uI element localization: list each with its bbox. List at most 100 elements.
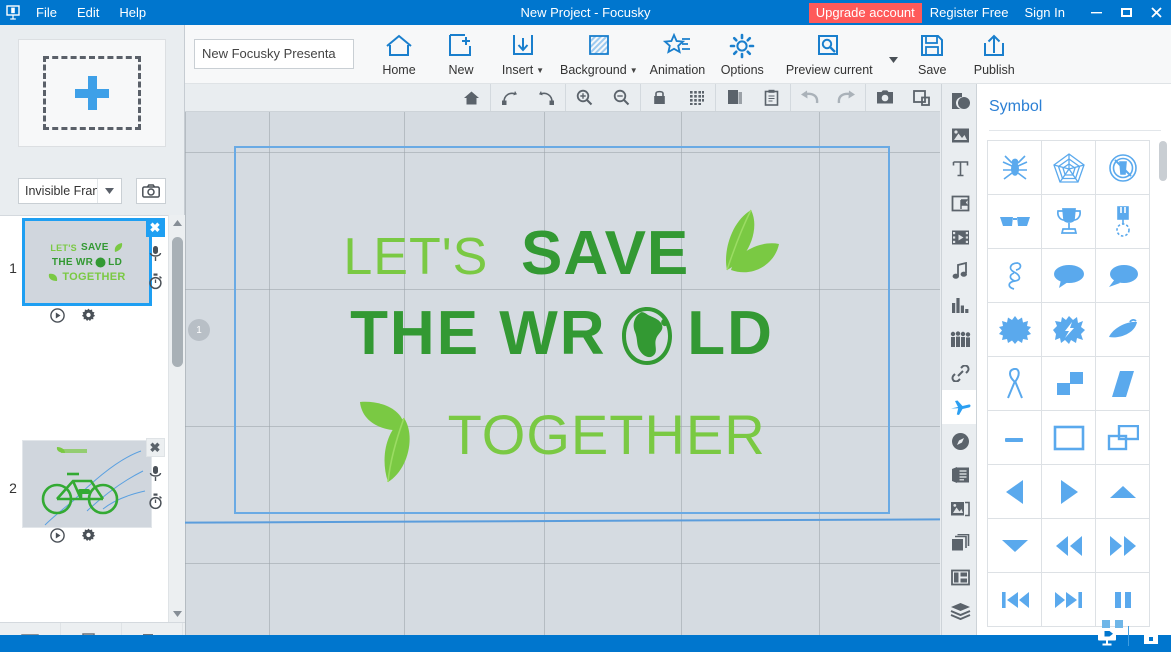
symbol-skip-forward-icon[interactable]: [1041, 572, 1096, 627]
frame-type-select[interactable]: Invisible Fran: [18, 178, 122, 204]
capture-frame-button[interactable]: [136, 178, 166, 204]
undo-rotate-icon[interactable]: [528, 84, 565, 111]
camera-icon[interactable]: [866, 84, 903, 111]
canvas-home-icon[interactable]: [453, 84, 490, 111]
redo-rotate-icon[interactable]: [491, 84, 528, 111]
grid-icon[interactable]: [678, 84, 715, 111]
chart-bar-icon[interactable]: [942, 288, 977, 322]
scrollbar-thumb[interactable]: [172, 237, 183, 367]
symbol-fast-forward-icon[interactable]: [1095, 518, 1150, 573]
lock-icon[interactable]: [641, 84, 678, 111]
symbol-sunglasses-icon[interactable]: [987, 194, 1042, 249]
close-icon[interactable]: [1141, 0, 1171, 25]
microphone-icon[interactable]: [148, 245, 163, 265]
play-icon[interactable]: [50, 528, 65, 546]
people-icon[interactable]: [942, 322, 977, 356]
copy-icon[interactable]: [716, 84, 753, 111]
symbol-triangle-left-icon[interactable]: [987, 464, 1042, 519]
ribbon-save-button[interactable]: Save: [901, 25, 963, 83]
ribbon-animation-button[interactable]: Animation: [644, 25, 712, 83]
duplicate-icon[interactable]: [903, 84, 940, 111]
shape-circle-icon[interactable]: [942, 84, 977, 118]
canvas-slide-badge[interactable]: 1: [188, 319, 210, 341]
symbol-rectangle-icon[interactable]: [1041, 410, 1096, 465]
minimize-icon[interactable]: [1081, 0, 1111, 25]
layout-icon[interactable]: [942, 560, 977, 594]
link-icon[interactable]: [942, 356, 977, 390]
maximize-icon[interactable]: [1111, 0, 1141, 25]
symbol-spider-web-icon[interactable]: [1041, 140, 1096, 195]
slide-close-icon[interactable]: ✖: [146, 438, 165, 457]
upgrade-account-button[interactable]: Upgrade account: [809, 3, 922, 23]
slide-close-icon[interactable]: ✖: [146, 218, 165, 237]
sign-in-link[interactable]: Sign In: [1025, 5, 1065, 20]
chevron-up-icon[interactable]: [169, 215, 186, 231]
redo-icon[interactable]: [828, 84, 865, 111]
ribbon-new-button[interactable]: New: [430, 25, 492, 83]
timer-icon[interactable]: [148, 273, 163, 293]
symbol-rewind-icon[interactable]: [1041, 518, 1096, 573]
paste-icon[interactable]: [753, 84, 790, 111]
text-icon[interactable]: [942, 152, 977, 186]
archive-icon[interactable]: [942, 628, 977, 635]
video-icon[interactable]: [942, 220, 977, 254]
slide-thumbnail[interactable]: [22, 440, 152, 528]
flag-frame-icon[interactable]: [942, 186, 977, 220]
banner-list-icon[interactable]: [942, 458, 977, 492]
layers-icon[interactable]: [942, 594, 977, 628]
zoom-in-icon[interactable]: [566, 84, 603, 111]
gallery-icon[interactable]: [942, 492, 977, 526]
ribbon-background-button[interactable]: Background▼: [554, 25, 644, 83]
music-note-icon[interactable]: [942, 254, 977, 288]
symbol-dash-line-icon[interactable]: [987, 410, 1042, 465]
timer-icon[interactable]: [148, 493, 163, 513]
symbol-grid[interactable]: [988, 141, 1151, 627]
ribbon-preview-button[interactable]: Preview current: [773, 25, 885, 83]
ribbon-home-button[interactable]: Home: [368, 25, 430, 83]
microphone-icon[interactable]: [148, 465, 163, 485]
symbol-triangle-up-icon[interactable]: [1095, 464, 1150, 519]
slide-list[interactable]: 1 LET'SSAVE THE WR LD: [0, 215, 168, 622]
slide-canvas[interactable]: 1 LET'S SAVE THE WR: [185, 112, 940, 635]
menu-edit[interactable]: Edit: [67, 0, 109, 25]
symbol-spider-icon[interactable]: [987, 140, 1042, 195]
play-icon[interactable]: [50, 308, 65, 326]
symbol-lightning-burst-icon[interactable]: [1041, 302, 1096, 357]
menu-help[interactable]: Help: [109, 0, 156, 25]
settings-gear-icon[interactable]: [81, 308, 96, 326]
add-frame-button[interactable]: [18, 39, 166, 147]
symbol-triangle-down-icon[interactable]: [987, 518, 1042, 573]
stack-frames-icon[interactable]: [942, 526, 977, 560]
symbol-starburst-icon[interactable]: [987, 302, 1042, 357]
symbol-chili-pepper-icon[interactable]: [1095, 302, 1150, 357]
project-name-input[interactable]: New Focusky Presenta: [194, 39, 354, 69]
symbol-no-drink-icon[interactable]: [1095, 140, 1150, 195]
symbol-medal-icon[interactable]: [1095, 194, 1150, 249]
present-screen-icon[interactable]: [1086, 620, 1128, 652]
menu-file[interactable]: File: [26, 0, 67, 25]
airplane-path-icon[interactable]: [942, 390, 977, 424]
undo-icon[interactable]: [791, 84, 828, 111]
symbol-ribbon-twist-icon[interactable]: [987, 248, 1042, 303]
symbol-triangle-right-icon[interactable]: [1041, 464, 1096, 519]
symbol-panel-scrollbar[interactable]: [1159, 141, 1167, 631]
list-item[interactable]: 2: [0, 436, 168, 546]
symbol-pause-icon[interactable]: [1095, 572, 1150, 627]
symbol-trophy-icon[interactable]: [1041, 194, 1096, 249]
symbol-skip-back-icon[interactable]: [987, 572, 1042, 627]
symbol-parallelogram-icon[interactable]: [1095, 356, 1150, 411]
symbol-speech-bubble-icon[interactable]: [1041, 248, 1096, 303]
zoom-out-icon[interactable]: [603, 84, 640, 111]
scrollbar-thumb[interactable]: [1159, 141, 1167, 181]
compass-icon[interactable]: [942, 424, 977, 458]
settings-gear-icon[interactable]: [81, 528, 96, 546]
symbol-awareness-ribbon-icon[interactable]: [987, 356, 1042, 411]
slide-thumbnail[interactable]: LET'SSAVE THE WR LD TOGETHER: [22, 218, 152, 306]
symbol-chat-bubble-icon[interactable]: [1095, 248, 1150, 303]
register-free-link[interactable]: Register Free: [930, 5, 1009, 20]
publish-cloud-icon[interactable]: [1129, 620, 1171, 652]
image-icon[interactable]: [942, 118, 977, 152]
ribbon-insert-button[interactable]: Insert▼: [492, 25, 554, 83]
preview-dropdown-arrow[interactable]: [885, 25, 901, 83]
slide-list-scrollbar[interactable]: [168, 215, 185, 622]
